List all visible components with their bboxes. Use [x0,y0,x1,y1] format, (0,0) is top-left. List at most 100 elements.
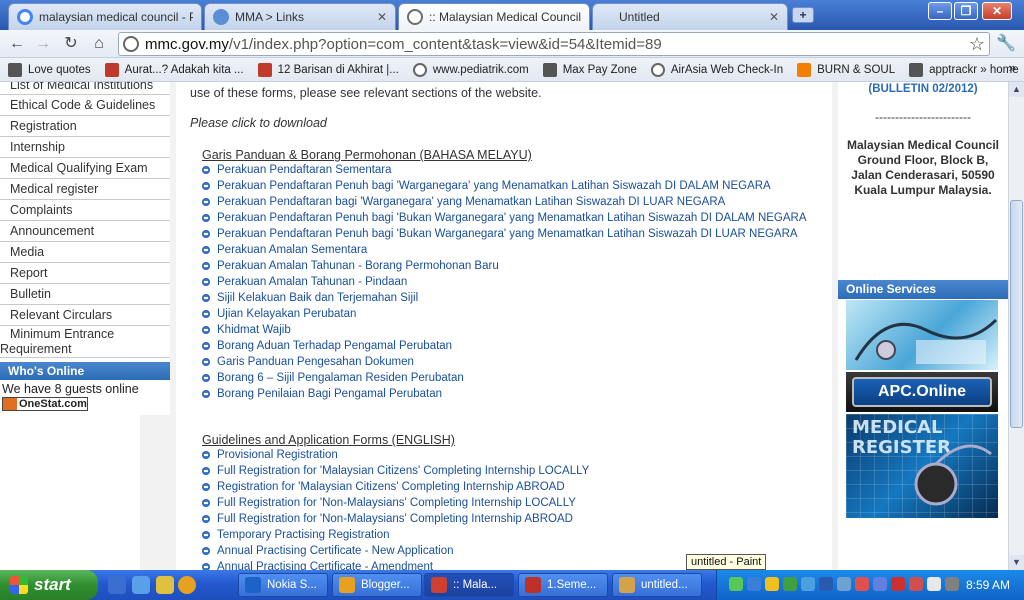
apc-online-banner[interactable]: APC.Online [846,372,998,412]
taskbar-window-button[interactable]: :: Mala... [424,573,514,597]
start-button[interactable]: start [0,570,98,600]
bookmark-item[interactable]: www.pediatrik.com [412,62,529,77]
bookmark-item[interactable]: BURN & SOUL [797,62,895,77]
arrow-bullet-icon [202,390,210,398]
minimize-button[interactable]: – [928,2,952,20]
download-link[interactable]: Provisional Registration [202,447,589,463]
forward-arrow-icon[interactable]: → [32,33,54,55]
bookmark-star-icon[interactable]: ☆ [969,34,985,55]
tray-network-icon[interactable] [729,577,743,591]
tab-mma-links[interactable]: MMA > Links ✕ [204,3,396,30]
tab-malaysian-medical-council-search[interactable]: malaysian medical council - Per [8,3,202,30]
bulletin-link[interactable]: (BULLETIN 02/2012) [838,83,1008,95]
sidebar-item-minimum-entrance-requirement[interactable]: Minimum Entrance Requirement [0,326,170,358]
download-link[interactable]: Ujian Kelayakan Perubatan [202,306,807,322]
close-window-button[interactable]: ✕ [982,2,1012,20]
tray-volume-icon[interactable] [927,577,941,591]
home-icon[interactable]: ⌂ [88,33,110,55]
tray-shield-icon[interactable] [765,577,779,591]
medical-register-banner[interactable]: MEDICAL REGISTER [846,414,998,518]
new-tab-button[interactable]: + [792,7,814,23]
sidebar-item[interactable]: Bulletin [0,284,170,305]
download-link[interactable]: Borang 6 – Sijil Pengalaman Residen Peru… [202,370,807,386]
download-link[interactable]: Full Registration for 'Non-Malaysians' C… [202,511,589,527]
tray-monitor-icon[interactable] [837,577,851,591]
tray-alert-icon[interactable] [855,577,869,591]
sidebar-item[interactable]: List of Medical Institutions [0,82,170,95]
bookmark-item[interactable]: AirAsia Web Check-In [650,62,783,77]
download-link[interactable]: Perakuan Pendaftaran Sementara [202,162,807,178]
taskbar-window-button[interactable]: Blogger... [332,573,422,597]
quicklaunch-desktop-icon[interactable] [108,576,126,594]
taskbar-window-button[interactable]: Nokia S... [238,573,328,597]
quicklaunch-chrome-icon[interactable] [178,576,196,594]
download-link[interactable]: Perakuan Amalan Sementara [202,242,807,258]
sidebar-item[interactable]: Medical register [0,179,170,200]
download-link[interactable]: Perakuan Amalan Tahunan - Pindaan [202,274,807,290]
download-link[interactable]: Perakuan Pendaftaran Penuh bagi 'Bukan W… [202,226,807,242]
tray-antivirus-icon[interactable] [783,577,797,591]
quicklaunch-ie-icon[interactable] [132,576,150,594]
sidebar-item[interactable]: Medical Qualifying Exam [0,158,170,179]
taskbar-window-button[interactable]: untitled... [612,573,702,597]
sidebar-item[interactable]: Complaints [0,200,170,221]
quicklaunch-folder-icon[interactable] [156,576,174,594]
download-link[interactable]: Perakuan Pendaftaran bagi 'Warganegara' … [202,194,807,210]
tray-power-icon[interactable] [945,577,959,591]
tray-app-icon[interactable] [891,577,905,591]
tray-display-icon[interactable] [819,577,833,591]
sidebar-item[interactable]: Ethical Code & Guidelines [0,95,170,116]
arrow-bullet-icon [202,326,210,334]
maximize-button[interactable]: ❐ [954,2,978,20]
scroll-down-icon[interactable]: ▼ [1009,555,1024,570]
sidebar-item[interactable]: Registration [0,116,170,137]
english-section-heading: Guidelines and Application Forms (ENGLIS… [202,433,455,447]
address-bar[interactable]: mmc.gov.my/v1/index.php?option=com_conte… [118,32,990,56]
sidebar-item[interactable]: Internship [0,137,170,158]
tray-usb-icon[interactable] [873,577,887,591]
bookmark-item[interactable]: Max Pay Zone [542,62,637,77]
back-arrow-icon[interactable]: ← [6,33,28,55]
wrench-icon[interactable]: 🔧 [996,33,1016,53]
close-icon[interactable]: ✕ [377,10,387,24]
tray-bluetooth-icon[interactable] [747,577,761,591]
sidebar-item[interactable]: Media [0,242,170,263]
bookmarks-overflow-icon[interactable]: » [1009,60,1016,75]
download-link[interactable]: Borang Aduan Terhadap Pengamal Perubatan [202,338,807,354]
close-icon[interactable]: ✕ [769,10,779,24]
sparkle-icon [8,62,22,77]
arrow-bullet-icon [202,246,210,254]
download-link[interactable]: Perakuan Amalan Tahunan - Borang Permoho… [202,258,807,274]
download-link[interactable]: Khidmat Wajib [202,322,807,338]
tab-malaysian-medical-council[interactable]: :: Malaysian Medical Council :: [398,3,590,30]
bookmark-item[interactable]: 12 Barisan di Akhirat |... [257,62,399,77]
taskbar-window-button[interactable]: 1.Seme... [518,573,608,597]
download-link[interactable]: Annual Practising Certificate - Amendmen… [202,559,589,570]
download-link[interactable]: Temporary Practising Registration [202,527,589,543]
download-link[interactable]: Garis Panduan Pengesahan Dokumen [202,354,807,370]
download-link[interactable]: Full Registration for 'Non-Malaysians' C… [202,495,589,511]
sidebar-item[interactable]: Report [0,263,170,284]
vertical-scrollbar[interactable]: ▲ ▼ [1008,82,1024,570]
online-services-banner[interactable] [846,300,998,370]
download-link[interactable]: Annual Practising Certificate - New Appl… [202,543,589,559]
bookmark-item[interactable]: Aurat...? Adakah kita ... [104,62,244,77]
download-link[interactable]: Perakuan Pendaftaran Penuh bagi 'Bukan W… [202,210,807,226]
reload-icon[interactable]: ↻ [60,33,82,55]
scroll-thumb[interactable] [1010,200,1023,428]
onestat-badge[interactable]: OneStat.com [2,397,88,411]
sidebar-item[interactable]: Announcement [0,221,170,242]
tab-untitled[interactable]: Untitled ✕ [592,3,788,30]
download-link[interactable]: Borang Penilaian Bagi Pengamal Perubatan [202,386,807,402]
online-services-header: Online Services [838,280,1008,299]
sidebar-item[interactable]: Relevant Circulars [0,305,170,326]
tray-wifi-icon[interactable] [801,577,815,591]
tray-update-icon[interactable] [909,577,923,591]
scroll-up-icon[interactable]: ▲ [1009,82,1024,97]
download-link[interactable]: Perakuan Pendaftaran Penuh bagi 'Wargane… [202,178,807,194]
bookmark-item[interactable]: apptrackr » home [909,62,1019,77]
bookmark-item[interactable]: Love quotes [8,62,91,77]
download-link[interactable]: Registration for 'Malaysian Citizens' Co… [202,479,589,495]
download-link[interactable]: Full Registration for 'Malaysian Citizen… [202,463,589,479]
download-link[interactable]: Sijil Kelakuan Baik dan Terjemahan Sijil [202,290,807,306]
